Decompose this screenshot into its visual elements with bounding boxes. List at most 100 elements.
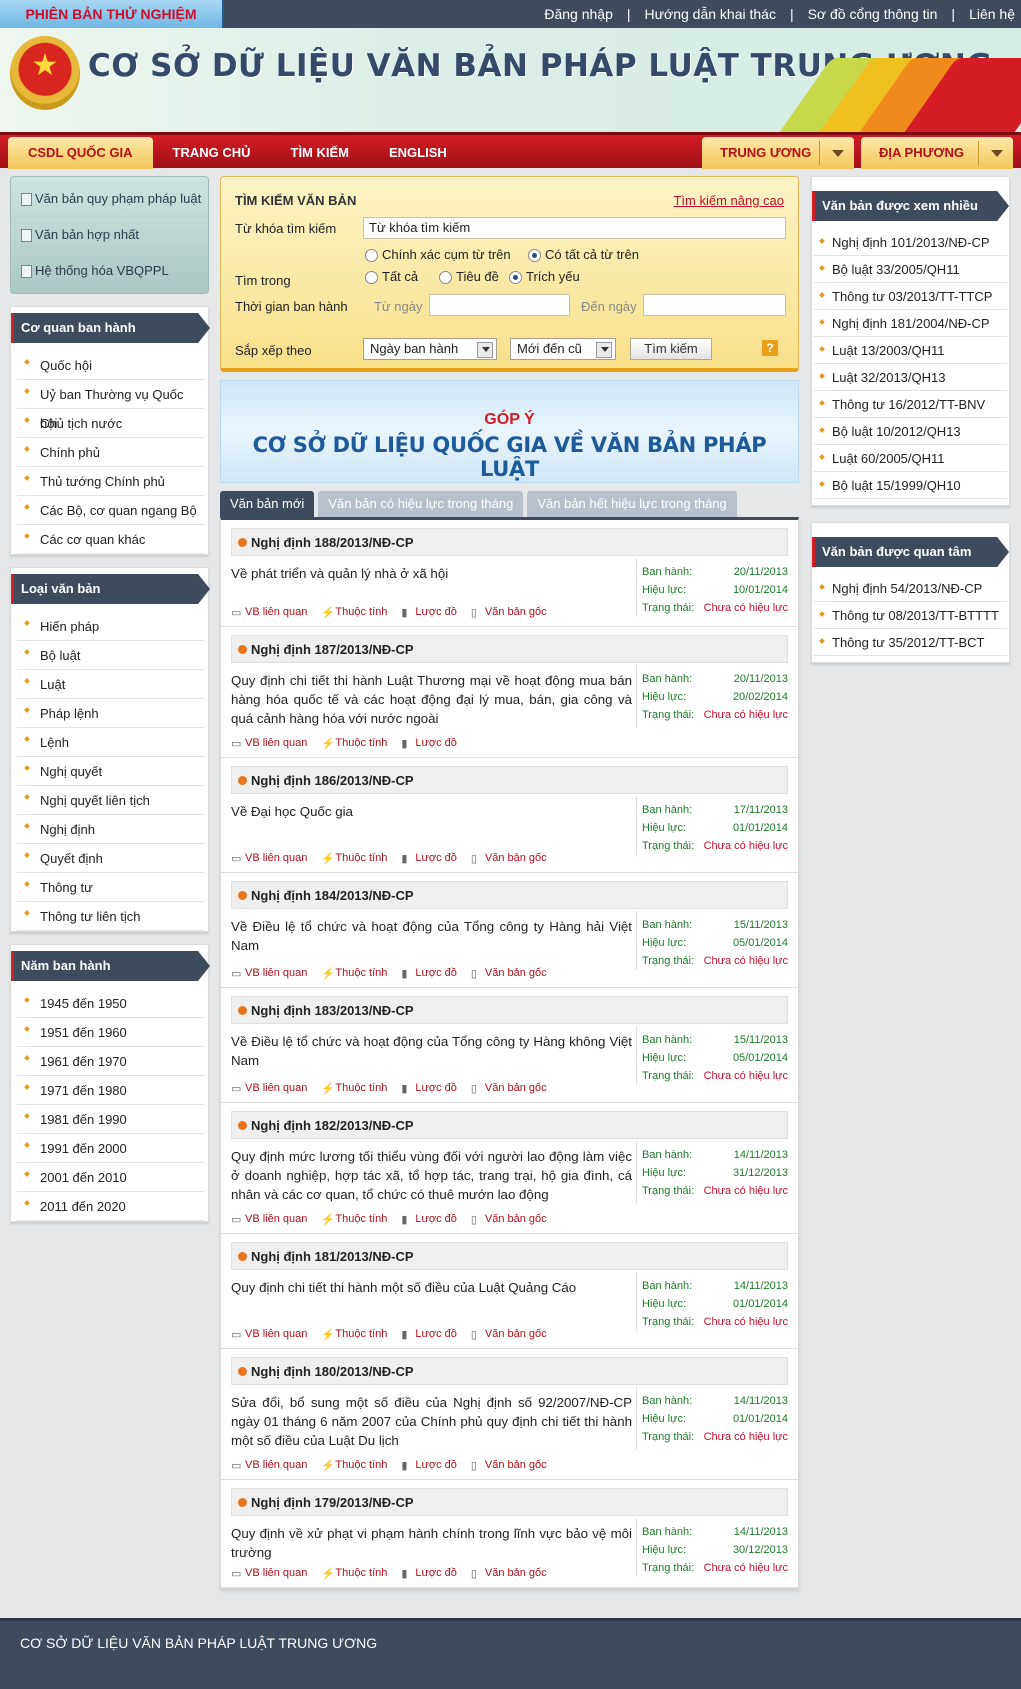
most-viewed-item[interactable]: Nghị định 101/2013/NĐ-CP	[814, 229, 1007, 256]
year-range-item[interactable]: 1951 đến 1960	[17, 1018, 204, 1047]
properties-link[interactable]: Thuộc tính	[321, 852, 387, 868]
doc-type-item[interactable]: Nghị định	[17, 815, 204, 844]
related-docs-link[interactable]: VB liên quan	[231, 852, 307, 868]
search-button[interactable]: Tìm kiếm	[630, 338, 712, 360]
original-doc-link[interactable]: Văn bản gốc	[471, 1082, 547, 1098]
most-interested-item[interactable]: Thông tư 08/2013/TT-BTTTT	[814, 602, 1007, 629]
advanced-search-link[interactable]: Tìm kiếm nâng cao	[673, 193, 784, 208]
most-viewed-item[interactable]: Bộ luật 33/2005/QH11	[814, 256, 1007, 283]
feedback-banner[interactable]: GÓP Ý CƠ SỞ DỮ LIỆU QUỐC GIA VỀ VĂN BẢN …	[220, 380, 799, 483]
year-range-item[interactable]: 2001 đến 2010	[17, 1163, 204, 1192]
properties-link[interactable]: Thuộc tính	[321, 967, 387, 983]
doc-type-item[interactable]: Quyết định	[17, 844, 204, 873]
doc-title[interactable]: Nghị định 181/2013/NĐ-CP	[231, 1242, 788, 1270]
properties-link[interactable]: Thuộc tính	[321, 1213, 387, 1229]
diagram-link[interactable]: Lược đồ	[401, 967, 457, 983]
properties-link[interactable]: Thuộc tính	[321, 1082, 387, 1098]
sort-order-select[interactable]: Mới đến cũ	[510, 338, 616, 360]
sitemap-link[interactable]: Sơ đồ cổng thông tin	[808, 6, 938, 22]
original-doc-link[interactable]: Văn bản gốc	[471, 606, 547, 622]
diagram-link[interactable]: Lược đồ	[401, 737, 457, 753]
to-date-input[interactable]	[643, 294, 786, 316]
search-in-summary-radio[interactable]: Trích yếu	[509, 269, 580, 284]
exact-phrase-radio[interactable]: Chính xác cụm từ trên	[365, 247, 511, 262]
doc-title[interactable]: Nghị định 179/2013/NĐ-CP	[231, 1488, 788, 1516]
most-viewed-item[interactable]: Nghị định 181/2004/NĐ-CP	[814, 310, 1007, 337]
original-doc-link[interactable]: Văn bản gốc	[471, 1567, 547, 1583]
sort-field-select[interactable]: Ngày ban hành	[363, 338, 497, 360]
most-interested-item[interactable]: Nghị định 54/2013/NĐ-CP	[814, 575, 1007, 602]
tab-expired-this-month[interactable]: Văn bản hết hiệu lực trong tháng	[527, 491, 737, 517]
all-words-radio[interactable]: Có tất cả từ trên	[528, 247, 639, 262]
most-viewed-item[interactable]: Luật 13/2003/QH11	[814, 337, 1007, 364]
issuer-item[interactable]: Thủ tướng Chính phủ	[17, 467, 204, 496]
issuer-item[interactable]: Uỷ ban Thường vụ Quốc hội	[17, 380, 204, 431]
doc-title[interactable]: Nghị định 188/2013/NĐ-CP	[231, 528, 788, 556]
doc-type-item[interactable]: Lệnh	[17, 728, 204, 757]
original-doc-link[interactable]: Văn bản gốc	[471, 1213, 547, 1229]
issuer-item[interactable]: Các cơ quan khác	[17, 525, 204, 554]
original-doc-link[interactable]: Văn bản gốc	[471, 1459, 547, 1475]
year-range-item[interactable]: 1961 đến 1970	[17, 1047, 204, 1076]
related-docs-link[interactable]: VB liên quan	[231, 1328, 307, 1344]
nav-home[interactable]: TRANG CHỦ	[153, 137, 271, 169]
original-doc-link[interactable]: Văn bản gốc	[471, 1328, 547, 1344]
nav-dropdown-trung-uong[interactable]: TRUNG ƯƠNG	[702, 137, 854, 169]
year-range-item[interactable]: 1981 đến 1990	[17, 1105, 204, 1134]
doc-type-item[interactable]: Thông tư	[17, 873, 204, 902]
year-range-item[interactable]: 2011 đến 2020	[17, 1192, 204, 1221]
original-doc-link[interactable]: Văn bản gốc	[471, 967, 547, 983]
nav-search[interactable]: TÌM KIẾM	[271, 137, 370, 169]
properties-link[interactable]: Thuộc tính	[321, 1328, 387, 1344]
quick-link-hop-nhat[interactable]: Văn bản hợp nhất	[11, 217, 208, 253]
related-docs-link[interactable]: VB liên quan	[231, 1213, 307, 1229]
properties-link[interactable]: Thuộc tính	[321, 1567, 387, 1583]
nav-dropdown-dia-phuong[interactable]: ĐỊA PHƯƠNG	[861, 137, 1013, 169]
doc-type-item[interactable]: Nghị quyết liên tịch	[17, 786, 204, 815]
doc-title[interactable]: Nghị định 182/2013/NĐ-CP	[231, 1111, 788, 1139]
issuer-item[interactable]: Chính phủ	[17, 438, 204, 467]
diagram-link[interactable]: Lược đồ	[401, 1213, 457, 1229]
most-viewed-item[interactable]: Thông tư 03/2013/TT-TTCP	[814, 283, 1007, 310]
diagram-link[interactable]: Lược đồ	[401, 852, 457, 868]
doc-type-item[interactable]: Thông tư liên tịch	[17, 902, 204, 931]
keyword-input[interactable]: Từ khóa tìm kiếm	[363, 217, 786, 239]
diagram-link[interactable]: Lược đồ	[401, 1328, 457, 1344]
related-docs-link[interactable]: VB liên quan	[231, 1567, 307, 1583]
issuer-item[interactable]: Các Bộ, cơ quan ngang Bộ	[17, 496, 204, 525]
issuer-item[interactable]: Chủ tịch nước	[17, 409, 204, 438]
tab-new-docs[interactable]: Văn bản mới	[220, 491, 315, 517]
quick-link-vbqppl[interactable]: Văn bản quy phạm pháp luật	[11, 181, 208, 217]
year-range-item[interactable]: 1945 đến 1950	[17, 989, 204, 1018]
most-viewed-item[interactable]: Thông tư 16/2012/TT-BNV	[814, 391, 1007, 418]
doc-title[interactable]: Nghị định 184/2013/NĐ-CP	[231, 881, 788, 909]
doc-type-item[interactable]: Pháp lệnh	[17, 699, 204, 728]
related-docs-link[interactable]: VB liên quan	[231, 967, 307, 983]
login-link[interactable]: Đăng nhập	[544, 6, 613, 22]
doc-type-item[interactable]: Bộ luật	[17, 641, 204, 670]
most-interested-item[interactable]: Thông tư 35/2012/TT-BCT	[814, 629, 1007, 656]
diagram-link[interactable]: Lược đồ	[401, 1567, 457, 1583]
doc-type-item[interactable]: Hiến pháp	[17, 612, 204, 641]
issuer-item[interactable]: Quốc hội	[17, 351, 204, 380]
related-docs-link[interactable]: VB liên quan	[231, 1459, 307, 1475]
doc-title[interactable]: Nghị định 183/2013/NĐ-CP	[231, 996, 788, 1024]
nav-english[interactable]: ENGLISH	[369, 137, 467, 169]
properties-link[interactable]: Thuộc tính	[321, 1459, 387, 1475]
most-viewed-item[interactable]: Bộ luật 10/2012/QH13	[814, 418, 1007, 445]
quick-link-he-thong-hoa[interactable]: Hệ thống hóa VBQPPL	[11, 253, 208, 289]
doc-title[interactable]: Nghị định 186/2013/NĐ-CP	[231, 766, 788, 794]
from-date-input[interactable]	[429, 294, 570, 316]
most-viewed-item[interactable]: Bộ luật 15/1999/QH10	[814, 472, 1007, 499]
diagram-link[interactable]: Lược đồ	[401, 1082, 457, 1098]
diagram-link[interactable]: Lược đồ	[401, 606, 457, 622]
properties-link[interactable]: Thuộc tính	[321, 606, 387, 622]
most-viewed-item[interactable]: Luật 32/2013/QH13	[814, 364, 1007, 391]
guide-link[interactable]: Hướng dẫn khai thác	[645, 6, 776, 22]
related-docs-link[interactable]: VB liên quan	[231, 606, 307, 622]
help-icon[interactable]: ?	[762, 340, 778, 356]
doc-title[interactable]: Nghị định 187/2013/NĐ-CP	[231, 635, 788, 663]
nav-csdl-quoc-gia[interactable]: CSDL QUỐC GIA	[8, 137, 153, 169]
most-viewed-item[interactable]: Luật 60/2005/QH11	[814, 445, 1007, 472]
tab-effective-this-month[interactable]: Văn bản có hiệu lực trong tháng	[318, 491, 524, 517]
